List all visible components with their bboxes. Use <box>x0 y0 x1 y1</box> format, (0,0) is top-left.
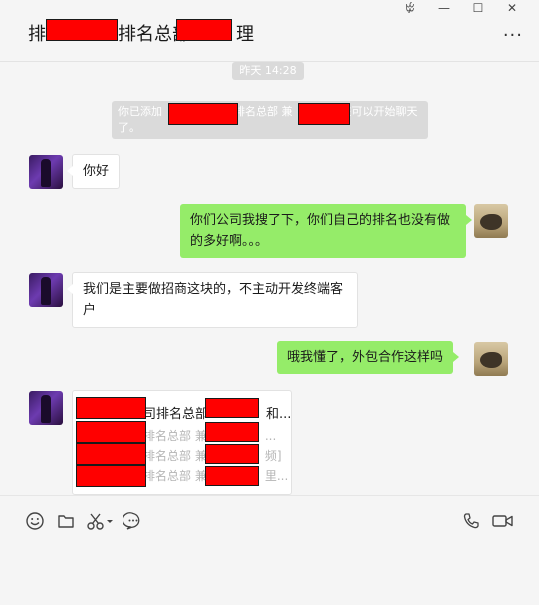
close-button[interactable]: ✕ <box>495 0 529 16</box>
contact-avatar[interactable] <box>29 273 63 307</box>
pin-button[interactable]: ꔲ <box>393 0 427 16</box>
system-notice: 你已添加 排名总部 兼在可以开始聊天了。 <box>112 101 428 139</box>
my-avatar[interactable] <box>474 342 508 376</box>
redaction-block <box>298 103 350 125</box>
message-text: 我们是主要做招商这块的，不主动开发终端客户 <box>83 282 344 318</box>
card-line-part2: 频] <box>264 449 282 463</box>
message-text: 你们公司我搜了下，你们自己的排名也没有做的多好啊。。。 <box>190 213 451 249</box>
redaction-block <box>205 398 259 418</box>
redaction-block <box>46 19 118 41</box>
redaction-block <box>205 466 259 486</box>
message-bubble-outgoing[interactable]: 哦我懂了，外包合作这样吗 <box>277 341 460 374</box>
phone-icon[interactable] <box>460 510 482 532</box>
input-area <box>0 495 539 605</box>
message-bubble-incoming[interactable]: 我们是主要做招商这块的，不主动开发终端客户 <box>67 272 358 328</box>
my-avatar[interactable] <box>474 204 508 238</box>
redaction-block <box>168 103 238 125</box>
scissors-icon[interactable] <box>86 510 114 532</box>
chat-title-part1: 排 <box>28 24 46 45</box>
redaction-block <box>76 397 146 419</box>
video-icon[interactable] <box>490 510 516 532</box>
message-bubble-outgoing[interactable]: 你们公司我搜了下，你们自己的排名也没有做的多好啊。。。 <box>180 204 472 258</box>
card-line-part1: 排名总部 兼 <box>143 469 207 483</box>
card-line-part2: 里... <box>264 469 289 483</box>
card-title-part2: 和... <box>266 407 292 422</box>
redaction-block <box>205 444 259 464</box>
maximize-button[interactable]: ☐ <box>461 0 495 16</box>
contact-avatar[interactable] <box>29 391 63 425</box>
redaction-block <box>76 465 146 487</box>
title-bar: ꔲ — ☐ ✕ 排排名总部理 ··· <box>0 0 539 62</box>
redaction-block <box>76 443 146 465</box>
folder-icon[interactable] <box>55 510 77 532</box>
card-line-part1: 排名总部 兼 <box>143 429 207 443</box>
message-bubble-incoming[interactable]: 你好 <box>66 154 121 189</box>
contact-avatar[interactable] <box>29 155 63 189</box>
minimize-button[interactable]: — <box>427 0 461 16</box>
card-line-part1: 排名总部 兼 <box>143 449 207 463</box>
system-notice-part2: 排名总部 兼 <box>234 105 293 118</box>
redaction-block <box>205 422 259 442</box>
redaction-block <box>76 421 146 443</box>
message-text: 哦我懂了，外包合作这样吗 <box>287 350 444 365</box>
system-notice-part1: 你已添加 <box>118 105 162 118</box>
card-line-part2: ... <box>264 429 277 443</box>
more-options-button[interactable]: ··· <box>503 25 523 46</box>
window-controls: ꔲ — ☐ ✕ <box>393 0 529 16</box>
emoji-icon[interactable] <box>24 510 46 532</box>
chat-history-icon[interactable] <box>122 510 144 532</box>
message-text: 你好 <box>83 164 110 179</box>
chat-title-part3: 理 <box>236 24 254 45</box>
card-title-part1: 司排名总部 <box>143 407 209 422</box>
timestamp: 昨天 14:28 <box>232 62 304 80</box>
message-input[interactable] <box>0 538 539 605</box>
redaction-block <box>176 19 232 41</box>
